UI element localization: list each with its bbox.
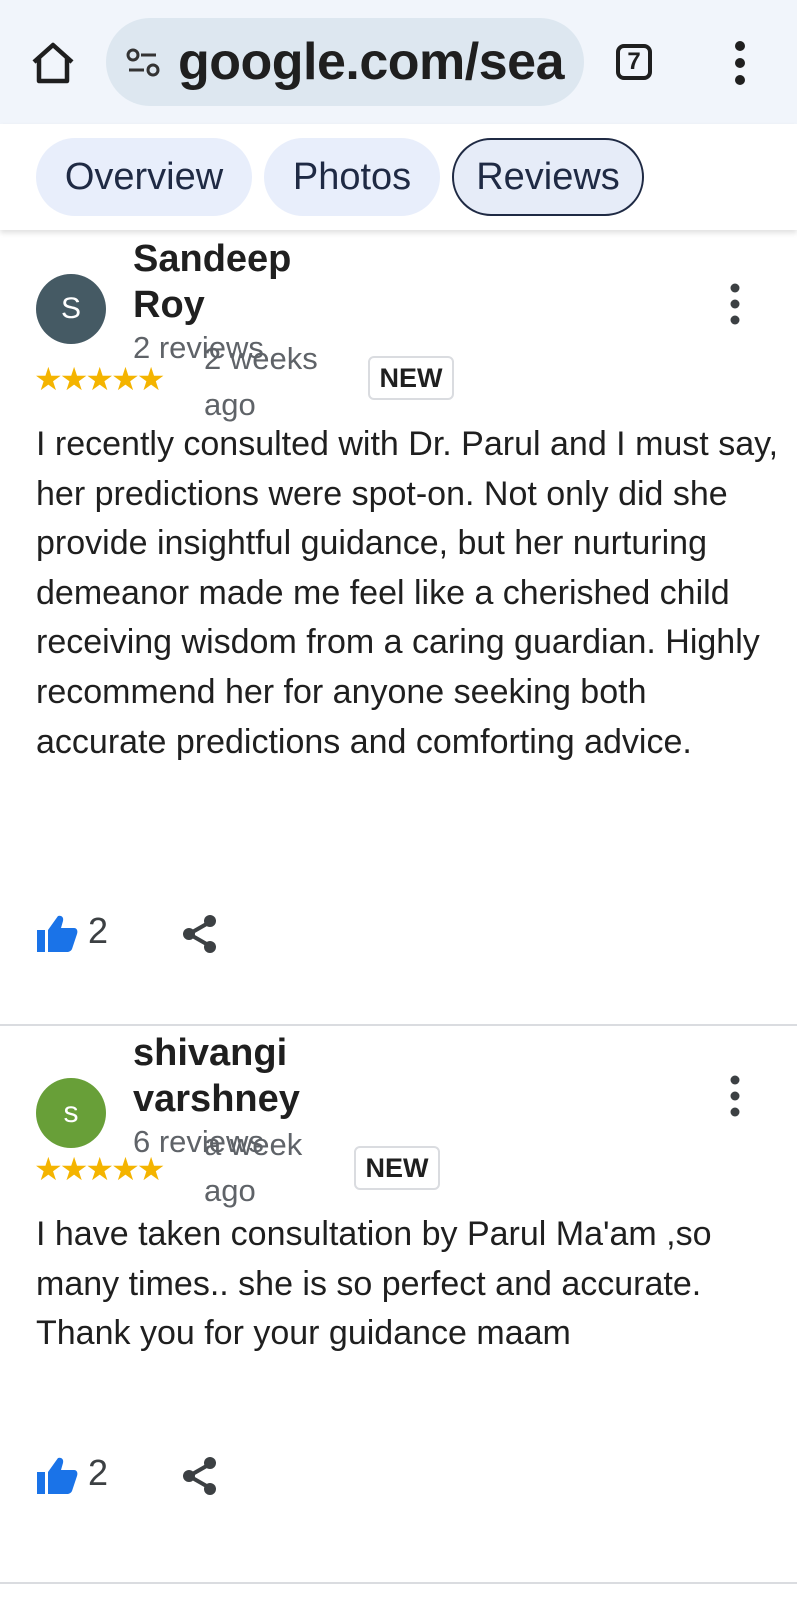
share-icon[interactable] bbox=[180, 914, 220, 954]
star-rating: ★★★★★ bbox=[34, 361, 165, 397]
review-time: a week ago bbox=[204, 1127, 303, 1208]
browser-menu-icon[interactable] bbox=[730, 40, 750, 86]
browser-toolbar: google.com/sea 7 bbox=[0, 0, 797, 125]
new-badge: NEW bbox=[368, 356, 454, 400]
like-count: 2 bbox=[88, 910, 109, 951]
site-settings-icon[interactable] bbox=[126, 48, 164, 78]
new-badge: NEW bbox=[354, 1146, 440, 1190]
more-options-icon[interactable] bbox=[725, 1074, 745, 1118]
tab-photos[interactable]: Photos bbox=[264, 138, 440, 216]
review-card: s shivangi varshney 6 reviews ★★★★★ a we… bbox=[0, 1026, 797, 1584]
avatar[interactable]: s bbox=[36, 1078, 106, 1148]
tab-overview[interactable]: Overview bbox=[36, 138, 252, 216]
share-icon[interactable] bbox=[180, 1456, 220, 1496]
thumbs-up-icon[interactable] bbox=[36, 1456, 78, 1496]
tab-reviews[interactable]: Reviews bbox=[452, 138, 644, 216]
avatar[interactable]: S bbox=[36, 274, 106, 344]
reviewer-name[interactable]: Sandeep Roy bbox=[133, 236, 313, 328]
section-tabs: Overview Photos Reviews bbox=[0, 124, 797, 230]
review-text: I have taken consultation by Parul Ma'am… bbox=[36, 1215, 712, 1353]
url-text[interactable]: google.com/sea bbox=[178, 32, 565, 92]
star-rating: ★★★★★ bbox=[34, 1151, 165, 1187]
more-options-icon[interactable] bbox=[725, 282, 745, 326]
home-icon[interactable] bbox=[26, 36, 80, 90]
reviewer-name[interactable]: shivangi varshney bbox=[133, 1030, 313, 1122]
review-time: 2 weeks ago bbox=[204, 341, 318, 422]
thumbs-up-icon[interactable] bbox=[36, 914, 78, 954]
review-card: S Sandeep Roy 2 reviews ★★★★★ 2 weeks ag… bbox=[0, 232, 797, 1026]
like-count: 2 bbox=[88, 1452, 109, 1493]
tab-switcher-button[interactable]: 7 bbox=[616, 44, 652, 80]
review-text: I recently consulted with Dr. Parul and … bbox=[36, 425, 779, 761]
address-bar[interactable]: google.com/sea bbox=[106, 18, 584, 106]
